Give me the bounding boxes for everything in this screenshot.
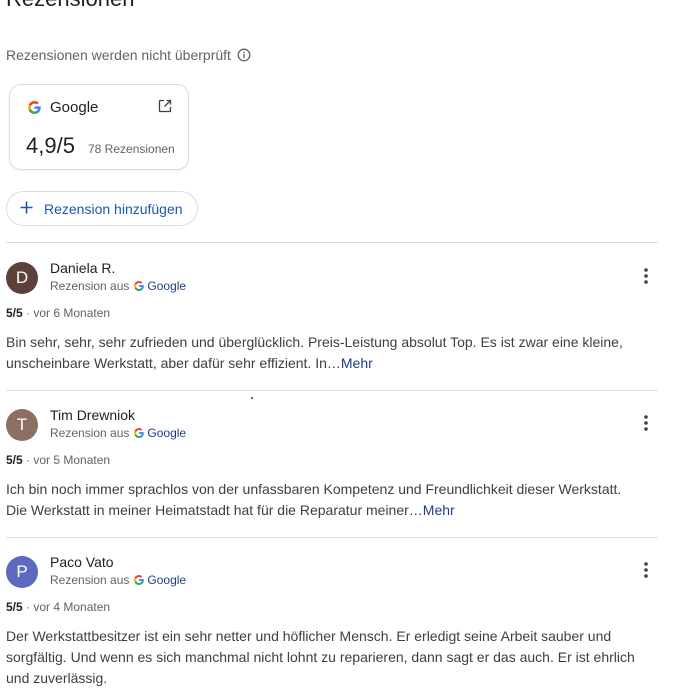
review-rating: 5/5 · vor 6 Monaten <box>6 306 110 320</box>
google-logo-icon <box>134 575 145 585</box>
review-rating: 5/5 · vor 4 Monaten <box>6 600 110 614</box>
google-logo-icon <box>28 101 41 119</box>
section-heading: Rezensionen <box>6 0 134 12</box>
open-in-new-icon[interactable] <box>158 99 172 118</box>
review-source-link[interactable]: Google <box>147 279 186 293</box>
read-more-link[interactable]: Mehr <box>423 502 455 518</box>
review-ellipsis: … <box>408 502 423 518</box>
info-icon[interactable] <box>237 48 251 62</box>
review-source-link[interactable]: Google <box>147 426 186 440</box>
reviewer-name[interactable]: Daniela R. <box>50 260 115 276</box>
stray-dot <box>251 397 253 399</box>
divider <box>6 242 658 243</box>
unverified-note: Rezensionen werden nicht überprüft <box>6 47 251 63</box>
more-vert-icon[interactable] <box>640 267 652 285</box>
unverified-note-text: Rezensionen werden nicht überprüft <box>6 47 231 63</box>
plus-icon <box>20 201 33 217</box>
rating-score: 5/5 <box>6 453 23 467</box>
reviewer-name[interactable]: Paco Vato <box>50 554 114 570</box>
review-source-prefix: Rezension aus <box>50 426 130 440</box>
add-review-button[interactable]: Rezension hinzufügen <box>6 191 198 226</box>
review-age: · vor 4 Monaten <box>22 600 111 614</box>
more-vert-icon[interactable] <box>640 414 652 432</box>
review-text: Bin sehr, sehr, sehr zufrieden und überg… <box>6 332 646 374</box>
review-source-link[interactable]: Google <box>147 573 186 587</box>
review-ellipsis: … <box>326 355 341 371</box>
review-body: Ich bin noch immer sprachlos von der unf… <box>6 481 622 518</box>
review-rating: 5/5 · vor 5 Monaten <box>6 453 110 467</box>
review-source-prefix: Rezension aus <box>50 279 130 293</box>
review-source-prefix: Rezension aus <box>50 573 130 587</box>
source-name: Google <box>50 99 99 116</box>
reviewer-name[interactable]: Tim Drewniok <box>50 407 135 423</box>
divider <box>6 537 658 538</box>
rating-score: 5/5 <box>6 600 23 614</box>
divider <box>6 390 658 391</box>
avatar[interactable]: T <box>6 409 38 441</box>
read-more-link[interactable]: Mehr <box>341 355 373 371</box>
google-logo-icon <box>134 281 145 291</box>
review-count: 78 Rezensionen <box>88 142 175 156</box>
avatar[interactable]: D <box>6 262 38 294</box>
google-source-card[interactable]: Google 4,9/5 78 Rezensionen <box>9 84 189 170</box>
review-source: Rezension aus Google <box>50 426 186 440</box>
rating-score: 5/5 <box>6 306 23 320</box>
add-review-label: Rezension hinzufügen <box>44 200 183 217</box>
review-text: Ich bin noch immer sprachlos von der unf… <box>6 479 646 521</box>
more-vert-icon[interactable] <box>640 561 652 579</box>
review-source: Rezension aus Google <box>50 573 186 587</box>
review-age: · vor 5 Monaten <box>22 453 111 467</box>
avatar[interactable]: P <box>6 556 38 588</box>
average-score: 4,9/5 <box>26 133 75 158</box>
review-source: Rezension aus Google <box>50 279 186 293</box>
google-logo-icon <box>134 428 145 438</box>
review-body: Bin sehr, sehr, sehr zufrieden und überg… <box>6 334 623 371</box>
review-text: Der Werkstattbesitzer ist ein sehr nette… <box>6 628 635 686</box>
review-age: · vor 6 Monaten <box>22 306 111 320</box>
